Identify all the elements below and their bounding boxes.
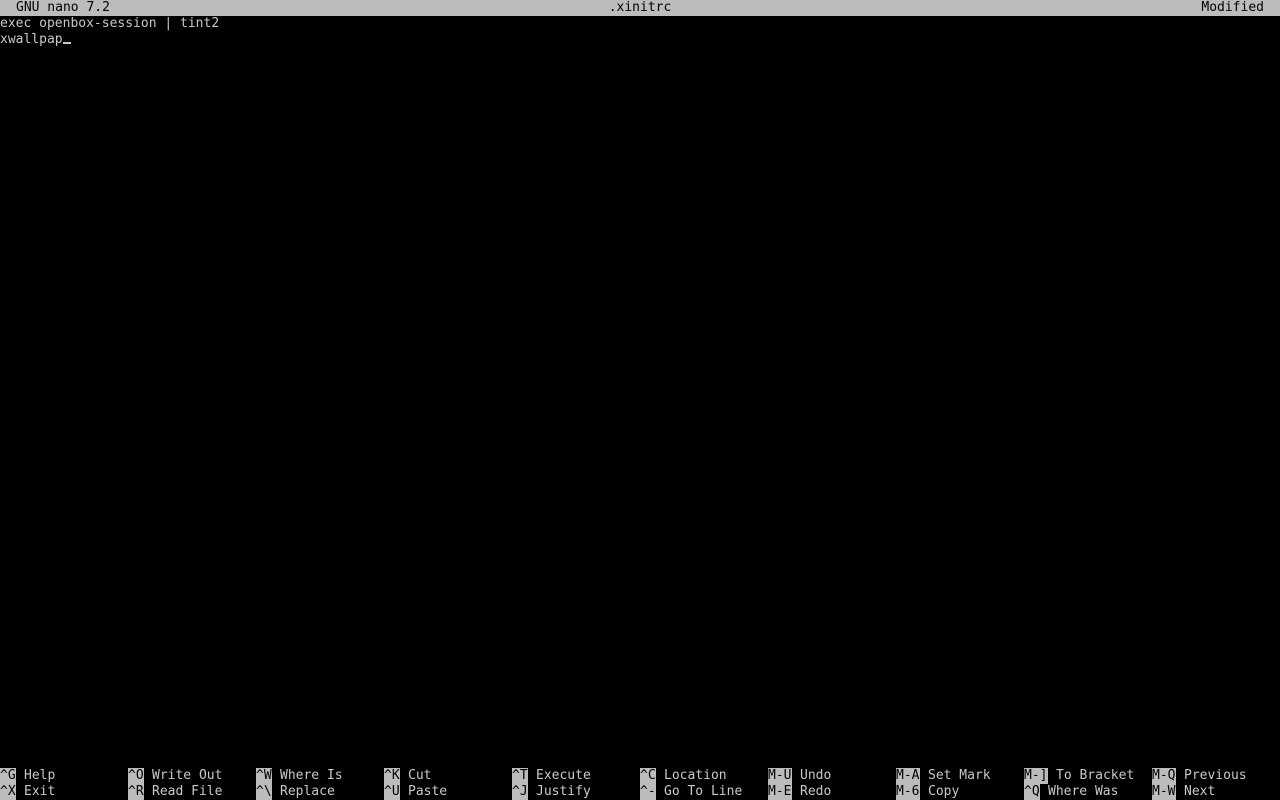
shortcut-undo[interactable]: M-U Undo <box>768 768 831 784</box>
shortcut-copy[interactable]: M-6 Copy <box>896 784 959 800</box>
shortcut-label: Copy <box>928 784 960 799</box>
editor-line-2-text: xwallpap <box>0 32 63 47</box>
shortcut-key: ^O <box>128 768 144 784</box>
shortcut-redo[interactable]: M-E Redo <box>768 784 831 800</box>
shortcut-location[interactable]: ^C Location <box>640 768 727 784</box>
shortcut-read-file[interactable]: ^R Read File <box>128 784 222 800</box>
shortcut-to-bracket[interactable]: M-] To Bracket <box>1024 768 1134 784</box>
shortcut-row-2: ^X Exit ^R Read File ^\ Replace ^U Paste ^J J… <box>0 784 1280 800</box>
modified-status: Modified <box>1201 0 1264 15</box>
shortcut-where-is[interactable]: ^W Where Is <box>256 768 343 784</box>
shortcut-key: ^- <box>640 784 656 800</box>
text-cursor <box>62 42 71 44</box>
title-bar: GNU nano 7.2 .xinitrc Modified <box>0 0 1280 16</box>
shortcut-label: Location <box>664 768 727 783</box>
shortcut-write-out[interactable]: ^O Write Out <box>128 768 222 784</box>
shortcut-key: ^G <box>0 768 16 784</box>
shortcut-label: Undo <box>800 768 832 783</box>
shortcut-key: M-A <box>896 768 920 784</box>
editor-line-2[interactable]: xwallpap <box>0 32 71 48</box>
shortcut-key: M-U <box>768 768 792 784</box>
shortcut-key: ^X <box>0 784 16 800</box>
shortcut-label: Replace <box>280 784 335 799</box>
shortcut-cut[interactable]: ^K Cut <box>384 768 431 784</box>
shortcut-label: Exit <box>24 784 56 799</box>
shortcut-key: ^T <box>512 768 528 784</box>
shortcut-execute[interactable]: ^T Execute <box>512 768 591 784</box>
shortcut-next[interactable]: M-W Next <box>1152 784 1215 800</box>
shortcut-where-was[interactable]: ^Q Where Was <box>1024 784 1118 800</box>
editor-line-1[interactable]: exec openbox-session | tint2 <box>0 16 219 32</box>
shortcut-label: Help <box>24 768 56 783</box>
file-name: .xinitrc <box>608 0 672 15</box>
shortcut-label: Next <box>1184 784 1216 799</box>
shortcut-label: Where Is <box>280 768 343 783</box>
shortcut-key: ^U <box>384 784 400 800</box>
shortcut-label: To Bracket <box>1056 768 1135 783</box>
shortcut-label: Execute <box>536 768 591 783</box>
shortcut-label: Write Out <box>152 768 223 783</box>
shortcut-label: Redo <box>800 784 832 799</box>
shortcut-help[interactable]: ^G Help <box>0 768 55 784</box>
shortcut-go-to-line[interactable]: ^- Go To Line <box>640 784 742 800</box>
shortcut-label: Read File <box>152 784 223 799</box>
shortcut-key: M-6 <box>896 784 920 800</box>
shortcut-key: ^Q <box>1024 784 1040 800</box>
shortcut-key: M-] <box>1024 768 1048 784</box>
shortcut-label: Cut <box>408 768 432 783</box>
shortcut-replace[interactable]: ^\ Replace <box>256 784 335 800</box>
editor-area[interactable]: exec openbox-session | tint2 xwallpap <box>0 16 1280 768</box>
shortcut-key: M-E <box>768 784 792 800</box>
shortcut-paste[interactable]: ^U Paste <box>384 784 447 800</box>
shortcut-label: Set Mark <box>928 768 991 783</box>
shortcut-set-mark[interactable]: M-A Set Mark <box>896 768 991 784</box>
shortcut-key: M-W <box>1152 784 1176 800</box>
shortcut-key: ^C <box>640 768 656 784</box>
shortcut-justify[interactable]: ^J Justify <box>512 784 591 800</box>
shortcut-previous[interactable]: M-Q Previous <box>1152 768 1247 784</box>
shortcut-key: ^R <box>128 784 144 800</box>
shortcut-row-1: ^G Help ^O Write Out ^W Where Is ^K Cut ^T Ex… <box>0 768 1280 784</box>
shortcut-label: Justify <box>536 784 591 799</box>
shortcut-key: ^J <box>512 784 528 800</box>
shortcut-key: ^W <box>256 768 272 784</box>
shortcut-label: Previous <box>1184 768 1247 783</box>
shortcut-label: Go To Line <box>664 784 743 799</box>
shortcut-key: ^K <box>384 768 400 784</box>
shortcut-label: Where Was <box>1048 784 1119 799</box>
editor-line-1-text: exec openbox-session | tint2 <box>0 16 220 31</box>
shortcut-exit[interactable]: ^X Exit <box>0 784 55 800</box>
shortcut-key: M-Q <box>1152 768 1176 784</box>
shortcut-key: ^\ <box>256 784 272 800</box>
shortcut-label: Paste <box>408 784 448 799</box>
